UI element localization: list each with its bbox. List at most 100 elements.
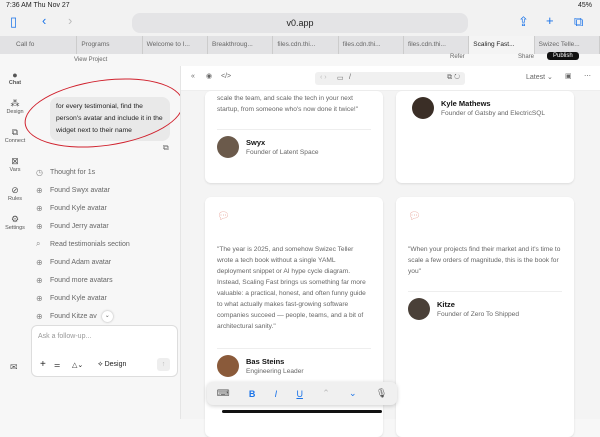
rail-chat[interactable]: ● Chat — [0, 70, 30, 86]
follow-up-input[interactable]: Ask a follow-up... + ⚌ △⌄ ⟡ Design ↑ — [31, 325, 178, 377]
search-icon: ⌕ — [36, 239, 41, 248]
rail-vars[interactable]: ⊠ Vars — [0, 156, 30, 173]
keyboard-toolbar: ⌨ B I U ⌃ ⌄ 🎙︎ — [207, 382, 397, 405]
tab[interactable]: files.cdn.thi... — [339, 36, 404, 54]
tab-active[interactable]: Scaling Fast... — [469, 36, 535, 54]
preview-address-bar[interactable]: ‹ › ▭ / ⧉ ↻ — [315, 72, 465, 85]
testimonial-quote: "The year is 2025, and somehow Swizec Te… — [217, 246, 366, 330]
rail-rules[interactable]: ⊘ Rules — [0, 185, 30, 202]
person-role: Founder of Latent Space — [246, 149, 319, 156]
model-icon[interactable]: △⌄ — [72, 361, 83, 369]
tab[interactable]: files.cdn.thi... — [273, 36, 339, 54]
tabs-icon[interactable]: ⧉ — [574, 14, 583, 30]
tab-bar: Call fo Programs Welcome to I... Breakth… — [0, 36, 600, 54]
globe-icon: ⊕ — [36, 293, 43, 303]
person-role: Engineering Leader — [246, 368, 304, 375]
mail-icon[interactable]: ✉ — [10, 362, 18, 373]
italic-button[interactable]: I — [275, 389, 278, 399]
preview-eye-icon[interactable]: ◉ — [206, 72, 212, 80]
up-icon[interactable]: ⌃ — [322, 388, 330, 399]
rules-icon: ⊘ — [11, 185, 19, 195]
tab[interactable]: Welcome to I... — [143, 36, 208, 54]
down-icon[interactable]: ⌄ — [349, 388, 357, 399]
rail-connect[interactable]: ⧉ Connect — [0, 127, 30, 144]
person-name: Kyle Mathews — [441, 99, 491, 108]
tab[interactable]: Programs — [77, 36, 143, 54]
layout-icon[interactable]: ▣ — [565, 72, 572, 80]
avatar — [408, 298, 430, 320]
chat-icon: ● — [12, 70, 18, 80]
design-button[interactable]: ⟡ Design — [98, 361, 126, 369]
preview-toolbar: « ◉ </> ‹ › ▭ / ⧉ ↻ Latest ⌄ ▣ ⋯ — [181, 66, 600, 91]
side-rail: ● Chat ⁂ Design ⧉ Connect ⊠ Vars ⊘ Rules ⚙ Set… — [0, 70, 30, 243]
battery: 45% — [577, 2, 592, 9]
steps-list: ◷ Thought for 1s ⊕ Found Swyx avatar ⊕ Foun… — [36, 163, 130, 325]
version-select[interactable]: Latest ⌄ — [526, 73, 553, 81]
code-icon[interactable]: </> — [221, 73, 231, 80]
refer-button[interactable]: Refer — [450, 54, 465, 60]
tab[interactable]: files.cdn.thi... — [404, 36, 470, 54]
list-item[interactable]: ⊕ Found more avatars — [36, 271, 130, 289]
refresh-icon[interactable]: ⧉ ↻ — [447, 74, 460, 82]
list-item[interactable]: ⊕ Found Kitze av ⌄ — [36, 307, 130, 325]
globe-icon: ⊕ — [36, 275, 43, 285]
settings-icon: ⚙ — [10, 214, 20, 224]
globe-icon: ⊕ — [36, 257, 43, 267]
rail-design[interactable]: ⁂ Design — [0, 98, 30, 115]
back-icon[interactable]: ‹ — [42, 13, 46, 28]
share-icon[interactable]: ⇪ — [518, 14, 529, 30]
list-item[interactable]: ⊕ Found Jerry avatar — [36, 217, 130, 235]
input-placeholder: Ask a follow-up... — [38, 333, 92, 340]
view-project-link[interactable]: View Project — [74, 57, 107, 63]
microphone-icon[interactable]: 🎙︎ — [376, 388, 387, 399]
person-role: Founder of Gatsby and ElectricSQL — [441, 110, 546, 117]
clock-icon: ◷ — [36, 167, 43, 177]
publish-button[interactable]: Publish — [547, 52, 579, 60]
preview-panel: « ◉ </> ‹ › ▭ / ⧉ ↻ Latest ⌄ ▣ ⋯ scale t… — [180, 66, 600, 437]
time: 7:36 AM — [6, 2, 32, 9]
person-role: Founder of Zero To Shipped — [437, 311, 519, 318]
more-icon[interactable]: ⋯ — [584, 72, 591, 80]
copy-icon[interactable]: ⧉ — [163, 143, 169, 153]
list-item[interactable]: ⊕ Found Adam avatar — [36, 253, 130, 271]
list-item[interactable]: ⊕ Found Kyle avatar — [36, 199, 130, 217]
sidebar-toggle-icon[interactable]: ▯ — [10, 14, 17, 30]
keyboard-icon[interactable]: ⌨ — [217, 388, 230, 399]
globe-icon: ⊕ — [36, 311, 43, 321]
add-icon[interactable]: + — [40, 359, 46, 370]
testimonial-quote: "When your projects find their market an… — [408, 246, 561, 275]
collapse-icon[interactable]: « — [191, 73, 195, 80]
rail-settings[interactable]: ⚙ Settings — [0, 214, 30, 231]
new-tab-icon[interactable]: + — [546, 13, 554, 28]
home-indicator — [222, 410, 382, 413]
person-name: Bas Steins — [246, 357, 285, 366]
browser-toolbar: ▯ ‹ › v0.app ⇪ + ⧉ — [0, 10, 600, 36]
vars-icon: ⊠ — [11, 156, 19, 166]
sliders-icon[interactable]: ⚌ — [54, 361, 60, 369]
underline-button[interactable]: U — [296, 389, 303, 399]
testimonial-card: Kyle Mathews Founder of Gatsby and Electr… — [396, 91, 574, 183]
share-button[interactable]: Share — [518, 54, 534, 60]
globe-icon: ⊕ — [36, 221, 43, 231]
quote-icon: 💬︎ — [408, 211, 421, 222]
person-name: Swyx — [246, 138, 266, 147]
app-header: View Project Refer Share Publish — [0, 52, 600, 66]
testimonial-card: scale the team, and scale the tech in yo… — [205, 91, 383, 183]
tab[interactable]: Call fo — [12, 36, 78, 54]
date: Thu Nov 27 — [33, 2, 70, 9]
person-name: Kitze — [437, 300, 455, 309]
avatar — [217, 355, 239, 377]
list-item[interactable]: ◷ Thought for 1s — [36, 163, 130, 181]
globe-icon: ⊕ — [36, 203, 43, 213]
list-item[interactable]: ⊕ Found Kyle avatar — [36, 289, 130, 307]
forward-icon[interactable]: › — [68, 13, 72, 28]
avatar — [217, 136, 239, 158]
bold-button[interactable]: B — [249, 389, 256, 399]
design-icon: ⁂ — [10, 98, 20, 108]
address-bar[interactable]: v0.app — [132, 13, 468, 33]
tab[interactable]: Breakthroug... — [208, 36, 274, 54]
scroll-down-button[interactable]: ⌄ — [101, 310, 113, 322]
list-item[interactable]: ⌕ Read testimonials section — [36, 235, 130, 253]
list-item[interactable]: ⊕ Found Swyx avatar — [36, 181, 130, 199]
send-button[interactable]: ↑ — [157, 358, 170, 371]
